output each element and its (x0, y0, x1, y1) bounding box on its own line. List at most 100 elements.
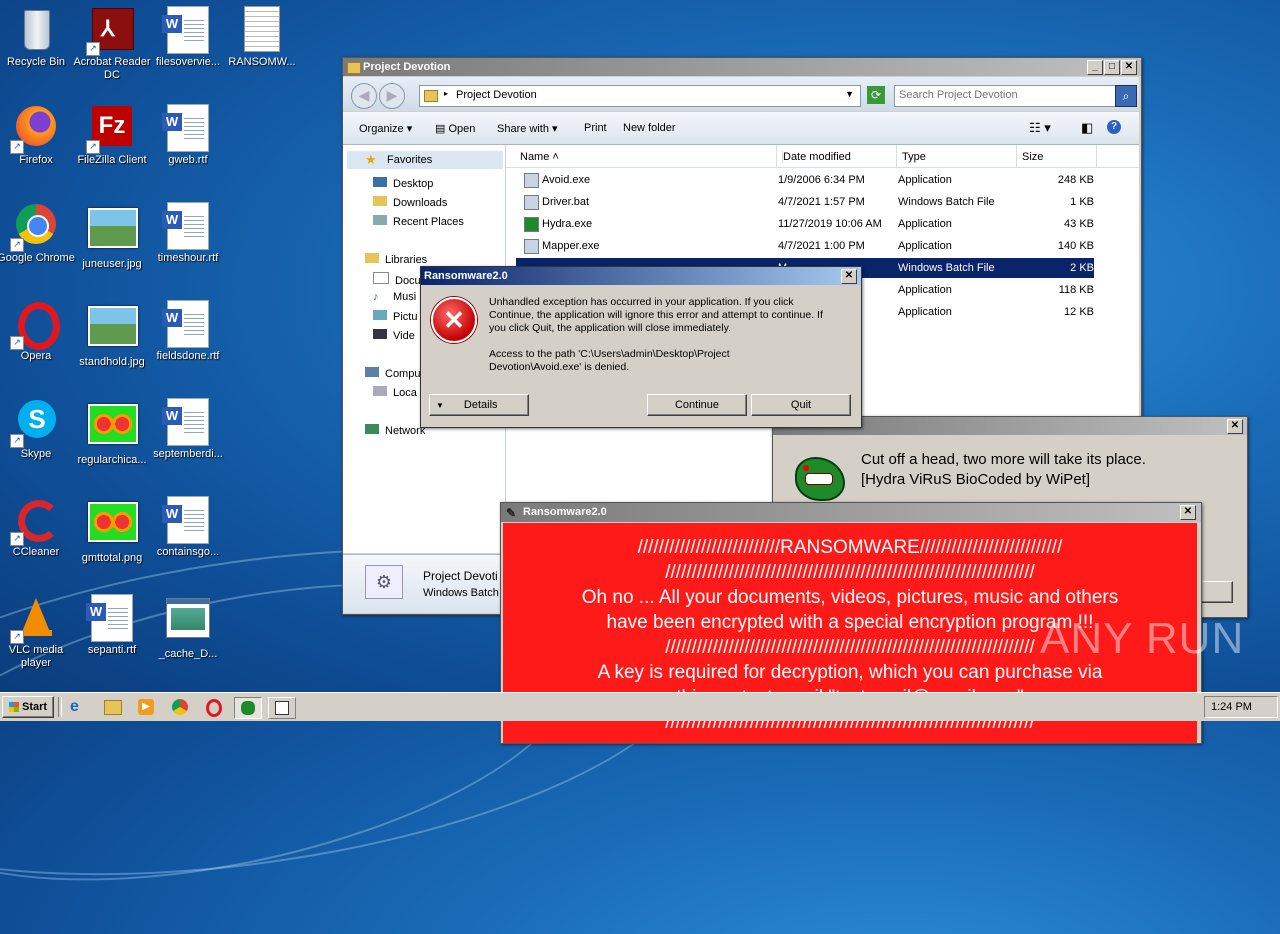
desktop-icon-acrobat[interactable]: ⅄ ↗ Acrobat Reader DC (72, 6, 152, 82)
skype-icon: S ↗ (10, 398, 60, 448)
taskbar-divider (58, 697, 62, 717)
organize-menu[interactable]: Organize ▾ (359, 122, 412, 135)
open-button[interactable]: ▤ Open (435, 122, 475, 135)
quit-button[interactable]: Quit (751, 394, 851, 416)
hydra-taskbar-button[interactable] (234, 697, 262, 719)
chevron-down-icon[interactable]: ▼ (845, 89, 854, 99)
desktop-icon-juneuser[interactable]: juneuser.jpg (72, 202, 152, 271)
error-icon: ✕ (431, 297, 477, 343)
column-name[interactable]: Name ˄ (520, 151, 559, 163)
desktop-icon-cache[interactable]: _cache_D... (148, 594, 228, 661)
opera-taskbar-icon[interactable] (206, 699, 222, 717)
search-box[interactable] (894, 85, 1116, 107)
ransom-titlebar[interactable]: ✎ Ransomware2.0 ✕ (501, 503, 1201, 522)
details-button[interactable]: ▼ Details (429, 394, 529, 416)
file-type-cell: Windows Batch File (898, 196, 995, 208)
error-dialog-titlebar[interactable]: Ransomware2.0 ✕ (421, 267, 861, 285)
address-bar[interactable]: ▸ Project Devotion ▼ (419, 85, 861, 107)
hydra-ok-button[interactable] (1201, 581, 1233, 603)
refresh-icon[interactable]: ⟳ (867, 86, 885, 104)
desktop-icon-gweb[interactable]: W gweb.rtf (148, 104, 228, 167)
share-with-menu[interactable]: Share with ▾ (497, 122, 558, 135)
column-divider[interactable] (896, 145, 897, 167)
close-button[interactable]: ✕ (1227, 419, 1243, 434)
forward-button[interactable]: ▶ (379, 83, 405, 109)
view-options-icon[interactable]: ☷ ▾ (1029, 120, 1051, 136)
desktop-icon-sepanti[interactable]: W sepanti.rtf (72, 594, 152, 657)
file-size-cell: 1 KB (1070, 196, 1094, 208)
desktop-icon-containsgo[interactable]: W containsgo... (148, 496, 228, 559)
close-button[interactable]: ✕ (841, 269, 857, 284)
desktop-icon-opera[interactable]: ↗ Opera (0, 300, 76, 363)
search-input[interactable] (895, 86, 1113, 104)
desktop-icon-skype[interactable]: S ↗ Skype (0, 398, 76, 461)
nav-recent-places[interactable]: Recent Places (373, 215, 464, 228)
table-row[interactable]: Mapper.exe 4/7/2021 1:00 PM Application 140… (516, 236, 1094, 256)
column-type[interactable]: Type (902, 151, 926, 163)
desktop-icon-filesoverview[interactable]: W filesovervie... (148, 6, 228, 69)
nav-computer[interactable]: Compu (365, 367, 420, 380)
table-row[interactable]: Driver.bat 4/7/2021 1:57 PM Windows Batch … (516, 192, 1094, 212)
clock[interactable]: 1:24 PM (1211, 701, 1252, 713)
file-size-cell: 140 KB (1057, 240, 1094, 252)
help-icon[interactable]: ? (1107, 120, 1121, 134)
explorer-taskbar-icon[interactable] (104, 700, 122, 715)
word-doc-icon: W (162, 398, 212, 446)
desktop-icon-vlc[interactable]: ↗ VLC media player (0, 594, 76, 670)
desktop-icon-filezilla[interactable]: Fz ↗ FileZilla Client (72, 104, 152, 167)
desktop-icon-firefox[interactable]: ↗ Firefox (0, 104, 76, 167)
column-date[interactable]: Date modified (782, 151, 851, 163)
print-button[interactable]: Print (584, 122, 607, 134)
explorer-titlebar[interactable]: Project Devotion _ □ ✕ (343, 58, 1141, 76)
desktop-icon-fieldsdone[interactable]: W fieldsdone.rtf (148, 300, 228, 363)
close-button[interactable]: ✕ (1180, 505, 1196, 520)
nav-libraries[interactable]: Libraries (365, 253, 427, 266)
desktop-icon-regularchica[interactable]: regularchica... (72, 398, 152, 467)
file-date-cell: 4/7/2021 1:57 PM (778, 196, 865, 208)
nav-local-disk[interactable]: Loca (373, 386, 417, 399)
desktop-icon-septemberdi[interactable]: W septemberdi... (148, 398, 228, 461)
ransom-app-icon: ✎ (506, 506, 517, 520)
column-size[interactable]: Size (1022, 151, 1043, 163)
nav-favorites[interactable]: ★ Favorites (347, 151, 503, 169)
search-icon[interactable]: ⌕ (1115, 85, 1137, 107)
nav-music[interactable]: ♪ Musi (373, 291, 416, 303)
desktop-icon-ransomware-txt[interactable]: RANSOMW... (222, 6, 302, 69)
image-file-icon (88, 208, 138, 256)
minimize-button[interactable]: _ (1087, 60, 1103, 75)
file-size-cell: 43 KB (1064, 218, 1094, 230)
desktop-icon-gmttotal[interactable]: gmttotal.png (72, 496, 152, 565)
continue-button[interactable]: Continue (647, 394, 747, 416)
chrome-taskbar-icon[interactable] (172, 699, 188, 715)
start-button[interactable]: Start (2, 696, 54, 718)
desktop-icon-ccleaner[interactable]: ↗ CCleaner (0, 496, 76, 559)
desktop-icon-standhold[interactable]: standhold.jpg (72, 300, 152, 369)
table-row[interactable]: Hydra.exe 11/27/2019 10:06 AM Application 4… (516, 214, 1094, 234)
error-detail: Access to the path 'C:\Users\admin\Deskt… (489, 348, 730, 373)
chrome-icon: ↗ (10, 202, 60, 252)
back-button[interactable]: ◀ (351, 83, 377, 109)
nav-pictures[interactable]: Pictu (373, 310, 417, 323)
maximize-button[interactable]: □ (1104, 60, 1120, 75)
desktop-icon-label: fieldsdone.rtf (156, 350, 220, 362)
column-divider[interactable] (1096, 145, 1097, 167)
new-folder-button[interactable]: New folder (623, 122, 676, 134)
close-button[interactable]: ✕ (1121, 60, 1137, 75)
media-player-icon[interactable]: ▶ (138, 699, 154, 715)
nav-documents[interactable]: Docu (373, 272, 421, 287)
nav-downloads[interactable]: Downloads (373, 196, 447, 209)
nav-desktop[interactable]: Desktop (373, 177, 433, 190)
column-divider[interactable] (1016, 145, 1017, 167)
breadcrumb[interactable]: Project Devotion (456, 89, 537, 101)
nav-videos[interactable]: Vide (373, 329, 415, 342)
desktop-icon-chrome[interactable]: ↗ Google Chrome (0, 202, 76, 265)
ransomware-taskbar-button[interactable] (268, 697, 296, 719)
desktop-icon-timeshour[interactable]: W timeshour.rtf (148, 202, 228, 265)
desktop-icon-recycle-bin[interactable]: Recycle Bin (0, 6, 76, 69)
column-divider[interactable] (776, 145, 777, 167)
nav-network[interactable]: Network (365, 424, 425, 437)
table-row[interactable]: Avoid.exe 1/9/2006 6:34 PM Application 248 … (516, 170, 1094, 190)
preview-pane-icon[interactable]: ◧ (1081, 120, 1093, 136)
ie-icon[interactable]: e (70, 698, 88, 716)
desktop-icon-label: juneuser.jpg (82, 258, 142, 270)
